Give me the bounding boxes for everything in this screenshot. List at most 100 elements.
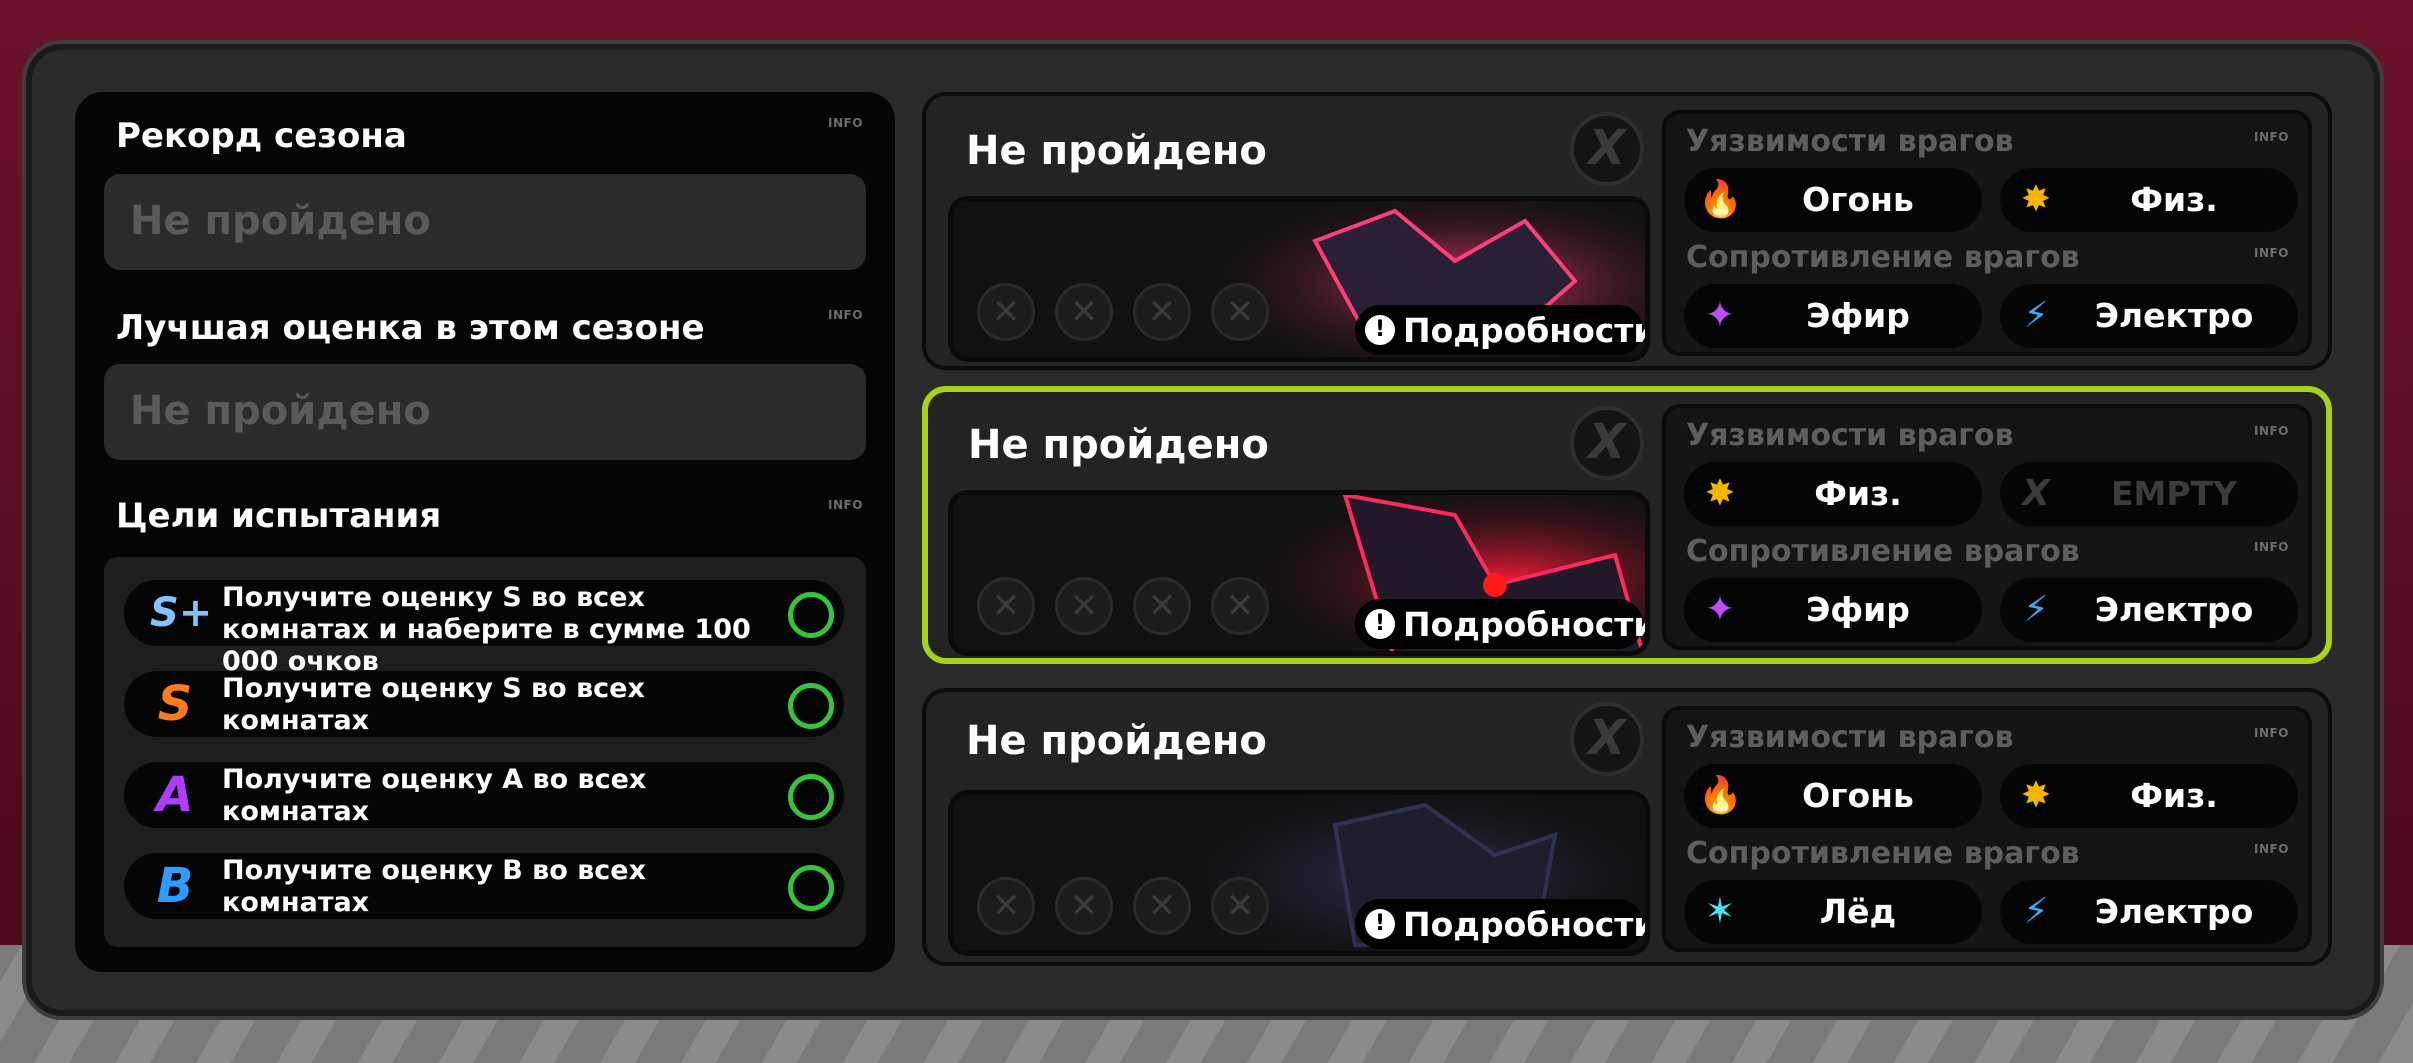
element-label: Огонь [1802, 776, 1914, 815]
goal-item: B Получите оценку B во всех комнатах [124, 853, 844, 919]
best-grade-box: Не пройдено [104, 364, 866, 460]
details-label: Подробности [1403, 905, 1650, 944]
close-icon[interactable]: X [1570, 112, 1644, 186]
enemy-info-panel: Уязвимости врагов INFO 🔥 Огонь ✸ Физ. Со… [1662, 706, 2312, 952]
info-label[interactable]: INFO [2254, 130, 2289, 144]
info-label[interactable]: INFO [2254, 246, 2289, 260]
character-slot[interactable]: ✕ [1211, 577, 1269, 635]
enemy-info-panel: Уязвимости врагов INFO 🔥 Огонь ✸ Физ. Со… [1662, 110, 2312, 356]
info-label[interactable]: INFO [2254, 540, 2289, 554]
info-label[interactable]: INFO [2254, 842, 2289, 856]
character-slot[interactable]: ✕ [977, 283, 1035, 341]
info-label[interactable]: INFO [828, 116, 863, 130]
best-grade-value: Не пройдено [130, 388, 431, 434]
details-button[interactable]: ! Подробности [1355, 899, 1645, 949]
element-label: Электро [2094, 590, 2254, 629]
weakness-label: Уязвимости врагов [1686, 418, 2014, 453]
ether-icon: ✦ [1704, 295, 1736, 336]
alert-icon: ! [1365, 609, 1395, 639]
weakness-label: Уязвимости врагов [1686, 720, 2014, 755]
season-record-title: Рекорд сезона [116, 116, 407, 156]
goal-text: Получите оценку S во всех комнатах [222, 673, 645, 736]
resistance-label: Сопротивление врагов [1686, 534, 2080, 569]
weakness-pill: 🔥 Огонь [1684, 168, 1982, 232]
weakness-pill: ✸ Физ. [1684, 462, 1982, 526]
info-label[interactable]: INFO [828, 308, 863, 322]
element-label: Эфир [1806, 296, 1910, 335]
physical-icon: ✸ [2020, 775, 2052, 816]
room-preview[interactable]: ✕ ✕ ✕ ✕ ! Подробности [948, 196, 1650, 362]
rank-a-icon: A [156, 767, 194, 823]
character-slot[interactable]: ✕ [1055, 877, 1113, 935]
element-label: Эфир [1806, 590, 1910, 629]
weakness-pill-empty: X EMPTY [2000, 462, 2298, 526]
close-icon[interactable]: X [1570, 702, 1644, 776]
electric-icon: ⚡ [2023, 891, 2049, 932]
enemy-info-panel: Уязвимости врагов INFO ✸ Физ. X EMPTY Со… [1662, 404, 2312, 650]
goal-text: Получите оценку A во всех комнатах [222, 764, 647, 827]
goal-status-icon [788, 683, 834, 729]
element-label: Физ. [1814, 474, 1902, 513]
goal-status-icon [788, 592, 834, 638]
electric-icon: ⚡ [2023, 589, 2049, 630]
character-slot[interactable]: ✕ [1133, 877, 1191, 935]
resistance-pill: ✶ Лёд [1684, 880, 1982, 944]
weakness-pill: ✸ Физ. [2000, 764, 2298, 828]
room-status: Не пройдено [966, 718, 1267, 764]
goal-status-icon [788, 774, 834, 820]
character-slot[interactable]: ✕ [1133, 283, 1191, 341]
resistance-pill: ⚡ Электро [2000, 284, 2298, 348]
close-icon[interactable]: X [1570, 406, 1644, 480]
room-card[interactable]: Не пройдено X ✕ ✕ ✕ ✕ ! Подробности Уязв… [922, 92, 2332, 370]
element-label: Физ. [2130, 180, 2218, 219]
physical-icon: ✸ [1704, 473, 1736, 514]
character-slot[interactable]: ✕ [1211, 283, 1269, 341]
ice-icon: ✶ [1704, 891, 1736, 932]
fire-icon: 🔥 [1698, 179, 1743, 220]
character-slot[interactable]: ✕ [1133, 577, 1191, 635]
electric-icon: ⚡ [2023, 295, 2049, 336]
season-record-value: Не пройдено [130, 198, 431, 244]
details-button[interactable]: ! Подробности [1355, 599, 1645, 649]
info-label[interactable]: INFO [2254, 726, 2289, 740]
element-label: Физ. [2130, 776, 2218, 815]
character-slot[interactable]: ✕ [977, 577, 1035, 635]
ether-icon: ✦ [1704, 589, 1736, 630]
room-card[interactable]: Не пройдено X ✕ ✕ ✕ ✕ ! Подробности Уязв… [922, 688, 2332, 966]
weakness-label: Уязвимости врагов [1686, 124, 2014, 159]
goal-text: Получите оценку S во всех комнатах и наб… [222, 582, 751, 677]
alert-icon: ! [1365, 315, 1395, 345]
alert-icon: ! [1365, 909, 1395, 939]
resistance-pill: ⚡ Электро [2000, 880, 2298, 944]
rank-s-icon: S [157, 676, 193, 732]
element-label: EMPTY [2111, 474, 2237, 513]
character-slot[interactable]: ✕ [1055, 283, 1113, 341]
element-label: Лёд [1819, 892, 1897, 931]
room-status: Не пройдено [966, 128, 1267, 174]
resistance-label: Сопротивление врагов [1686, 836, 2080, 871]
character-slot[interactable]: ✕ [1211, 877, 1269, 935]
details-label: Подробности [1403, 311, 1650, 350]
room-preview[interactable]: ✕ ✕ ✕ ✕ ! Подробности [948, 790, 1650, 956]
physical-icon: ✸ [2020, 179, 2052, 220]
goal-item: S+ Получите оценку S во всех комнатах и … [124, 580, 844, 677]
resistance-label: Сопротивление врагов [1686, 240, 2080, 275]
room-preview[interactable]: ✕ ✕ ✕ ✕ ! Подробности [948, 490, 1650, 656]
character-slot[interactable]: ✕ [1055, 577, 1113, 635]
resistance-pill: ✦ Эфир [1684, 578, 1982, 642]
info-label[interactable]: INFO [2254, 424, 2289, 438]
element-label: Электро [2094, 892, 2254, 931]
details-button[interactable]: ! Подробности [1355, 305, 1645, 355]
element-label: Огонь [1802, 180, 1914, 219]
element-label: Электро [2094, 296, 2254, 335]
goal-status-icon [788, 865, 834, 911]
rank-b-icon: B [156, 858, 194, 914]
fire-icon: 🔥 [1698, 775, 1743, 816]
challenge-goals-title: Цели испытания [116, 496, 442, 536]
resistance-pill: ⚡ Электро [2000, 578, 2298, 642]
room-card-selected[interactable]: Не пройдено X ✕ ✕ ✕ ✕ ! Подробности Уязв… [922, 386, 2332, 664]
character-slot[interactable]: ✕ [977, 877, 1035, 935]
room-status: Не пройдено [968, 422, 1269, 468]
weakness-pill: 🔥 Огонь [1684, 764, 1982, 828]
info-label[interactable]: INFO [828, 498, 863, 512]
